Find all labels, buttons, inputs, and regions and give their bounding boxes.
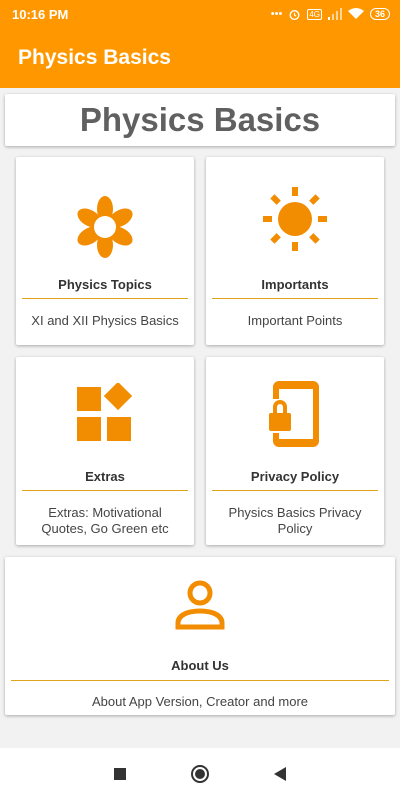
card-title: Physics Topics xyxy=(58,277,152,292)
card-title: Privacy Policy xyxy=(250,469,340,484)
person-icon xyxy=(175,580,225,630)
card-importants[interactable]: Importants Important Points xyxy=(206,157,384,345)
header-title: Physics Basics xyxy=(79,101,321,138)
app-bar: Physics Basics xyxy=(0,28,400,88)
card-extras[interactable]: Extras Extras: Motivational Quotes, Go G… xyxy=(16,357,194,545)
flower-icon xyxy=(77,196,133,258)
signal-icon xyxy=(327,8,342,20)
card-description: About App Version, Creator and more xyxy=(91,694,309,709)
header-title-card: Physics Basics xyxy=(5,94,395,146)
status-bar: 10:16 PM ••• 4G 36 xyxy=(0,0,400,28)
alarm-icon xyxy=(289,9,300,20)
back-button[interactable] xyxy=(268,762,292,786)
card-divider xyxy=(22,298,188,299)
card-divider xyxy=(22,490,188,491)
recents-button[interactable] xyxy=(108,762,132,786)
card-description: Important Points xyxy=(247,313,343,328)
card-about-us[interactable]: About Us About App Version, Creator and … xyxy=(5,557,395,715)
card-title: Importants xyxy=(261,277,329,292)
phone-lock-icon xyxy=(269,381,319,447)
battery-icon: 36 xyxy=(369,8,390,20)
card-divider xyxy=(11,680,389,681)
card-divider xyxy=(212,490,378,491)
card-description: XI and XII Physics Basics xyxy=(31,313,179,328)
sun-icon xyxy=(263,187,327,251)
card-description: Physics Basics Privacy Policy xyxy=(228,505,362,536)
card-privacy-policy[interactable]: Privacy Policy Physics Basics Privacy Po… xyxy=(206,357,384,545)
status-time: 10:16 PM xyxy=(12,6,69,22)
main-content: Physics Basics Physics Topics XI and XII… xyxy=(0,88,400,748)
card-title: Extras xyxy=(85,469,125,484)
card-description: Extras: Motivational Quotes, Go Green et… xyxy=(41,505,169,536)
more-icon: ••• xyxy=(270,8,283,20)
app-bar-title: Physics Basics xyxy=(18,46,171,69)
card-physics-topics[interactable]: Physics Topics XI and XII Physics Basics xyxy=(16,157,194,345)
status-icons: ••• 4G 36 xyxy=(271,8,390,21)
square-icon xyxy=(114,768,126,780)
widgets-icon xyxy=(77,383,133,441)
back-triangle-icon xyxy=(274,767,286,781)
wifi-icon xyxy=(347,8,364,19)
circle-icon xyxy=(191,765,209,783)
network-icon: 4G xyxy=(307,8,322,20)
home-button[interactable] xyxy=(188,762,212,786)
system-nav-bar xyxy=(0,748,400,800)
card-divider xyxy=(212,298,378,299)
card-title: About Us xyxy=(171,658,229,673)
